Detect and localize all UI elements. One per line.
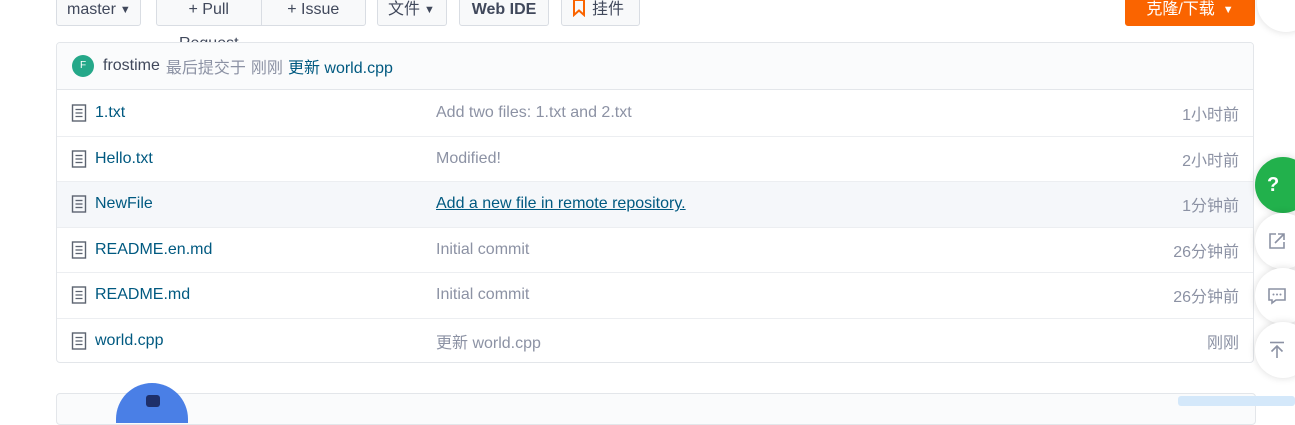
bookmark-icon <box>573 0 585 18</box>
file-commit-message[interactable]: Initial commit <box>436 286 529 304</box>
file-commit-message[interactable]: Add a new file in remote repository. <box>436 195 686 213</box>
share-button[interactable] <box>1255 213 1295 269</box>
web-ide-button[interactable]: Web IDE <box>459 0 549 26</box>
file-commit-time: 26分钟前 <box>1173 289 1239 307</box>
commit-message-link[interactable]: 更新 world.cpp <box>288 54 393 78</box>
lower-action-button[interactable] <box>1178 396 1295 406</box>
file-name-link[interactable]: README.en.md <box>95 241 212 259</box>
files-menu-button[interactable]: 文件 ▼ <box>377 0 447 26</box>
table-row[interactable]: 1.txt Add two files: 1.txt and 2.txt 1小时… <box>57 90 1253 136</box>
avatar[interactable]: F <box>72 55 94 77</box>
file-rows: 1.txt Add two files: 1.txt and 2.txt 1小时… <box>57 90 1253 363</box>
file-commit-time: 2小时前 <box>1182 152 1239 170</box>
file-icon <box>71 195 87 213</box>
clone-download-button[interactable]: 克隆/下载 ▼ <box>1125 0 1255 26</box>
feedback-button[interactable] <box>1255 268 1295 324</box>
chevron-down-icon: ▼ <box>1222 4 1234 16</box>
file-name-link[interactable]: Hello.txt <box>95 150 153 168</box>
arrow-up-icon <box>1270 341 1284 358</box>
file-commit-message[interactable]: 更新 world.cpp <box>436 329 541 353</box>
file-commit-time: 26分钟前 <box>1173 243 1239 261</box>
help-button[interactable]: ? <box>1255 157 1295 213</box>
question-icon: ? <box>1267 173 1280 196</box>
table-row[interactable]: Hello.txt Modified! 2小时前 <box>57 135 1253 182</box>
file-icon <box>71 332 87 350</box>
commit-label: 最后提交于 <box>165 60 246 77</box>
issue-button[interactable]: + Issue <box>260 0 366 25</box>
file-name-link[interactable]: world.cpp <box>95 332 163 350</box>
file-icon <box>71 104 87 122</box>
file-icon <box>71 286 87 304</box>
repo-toolbar: master▼ + Pull Request + Issue 文件▼ Web I… <box>0 0 1295 52</box>
file-commit-message[interactable]: Modified! <box>436 150 501 168</box>
chat-icon <box>1268 288 1286 305</box>
file-commit-message[interactable]: Initial commit <box>436 241 529 259</box>
file-name-link[interactable]: 1.txt <box>95 104 125 122</box>
clone-label: 克隆/下载 <box>1146 1 1215 18</box>
files-label: 文件 <box>388 1 421 18</box>
file-commit-time: 1小时前 <box>1182 106 1239 124</box>
commit-time: 刚刚 <box>250 60 283 77</box>
file-icon <box>71 241 87 259</box>
readme-panel <box>56 393 1256 425</box>
file-list-panel: F frostime 最后提交于 刚刚 更新 world.cpp 1.txt A… <box>56 42 1254 363</box>
branch-select[interactable]: master ▼ <box>56 0 141 26</box>
back-to-top-button[interactable] <box>1255 322 1295 378</box>
file-commit-time: 刚刚 <box>1206 334 1239 352</box>
table-row[interactable]: README.en.md Initial commit 26分钟前 <box>57 226 1253 273</box>
table-row[interactable]: world.cpp 更新 world.cpp 刚刚 <box>57 317 1253 363</box>
file-icon <box>71 150 87 168</box>
chevron-down-icon: ▼ <box>424 4 435 16</box>
pull-request-button[interactable]: + Pull Request <box>157 0 261 52</box>
external-link-icon <box>1269 233 1285 249</box>
file-name-link[interactable]: README.md <box>95 286 190 304</box>
chevron-down-icon: ▼ <box>119 4 131 16</box>
action-button-group: + Pull Request + Issue <box>156 0 366 52</box>
widget-label: 挂件 <box>592 1 625 18</box>
latest-commit-bar: F frostime 最后提交于 刚刚 更新 world.cpp <box>57 43 1253 90</box>
branch-label: master <box>67 1 116 18</box>
table-row[interactable]: NewFile Add a new file in remote reposit… <box>57 181 1253 227</box>
file-commit-message[interactable]: Add two files: 1.txt and 2.txt <box>436 104 632 122</box>
table-row[interactable]: README.md Initial commit 26分钟前 <box>57 272 1253 318</box>
file-name-link[interactable]: NewFile <box>95 195 153 213</box>
file-commit-time: 1分钟前 <box>1182 198 1239 216</box>
mascot-detail <box>146 395 160 407</box>
commit-author[interactable]: frostime <box>103 57 160 75</box>
widget-button[interactable]: 挂件 <box>561 0 640 26</box>
